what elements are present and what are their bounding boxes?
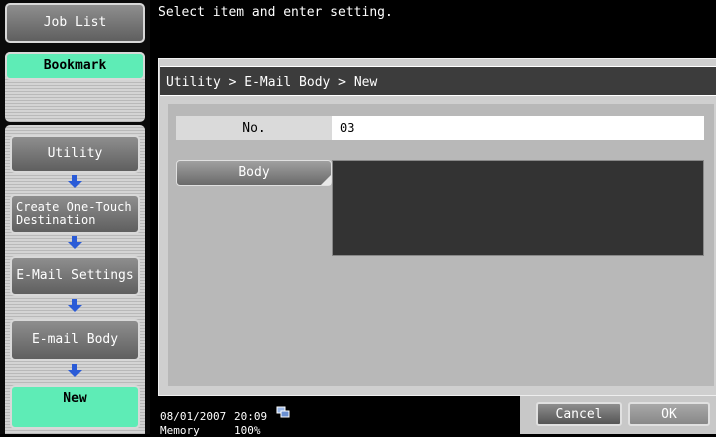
number-value: 03 bbox=[332, 116, 704, 140]
status-memory-value: 100% bbox=[234, 424, 261, 437]
nav-utility-button[interactable]: Utility bbox=[10, 135, 140, 173]
status-time: 20:09 bbox=[234, 410, 268, 423]
body-button[interactable]: Body bbox=[176, 160, 332, 186]
arrow-down-icon bbox=[67, 175, 83, 189]
breadcrumb-text: Utility > E-Mail Body > New bbox=[166, 75, 378, 90]
corner-icon bbox=[321, 175, 331, 185]
cancel-label: Cancel bbox=[555, 406, 603, 422]
bookmark-button[interactable]: Bookmark bbox=[5, 52, 145, 80]
status-date: 08/01/2007 bbox=[160, 410, 227, 423]
body-text-field[interactable] bbox=[332, 160, 704, 256]
arrow-down-icon bbox=[67, 236, 83, 250]
arrow-down-icon bbox=[67, 299, 83, 313]
nav-utility-label: Utility bbox=[47, 146, 103, 162]
nav-email-settings-label: E-Mail Settings bbox=[16, 268, 134, 284]
nav-create-one-touch-label: Create One-Touch Destination bbox=[16, 200, 132, 227]
cancel-button[interactable]: Cancel bbox=[536, 402, 622, 426]
nav-email-body-button[interactable]: E-mail Body bbox=[10, 319, 140, 361]
nav-email-settings-button[interactable]: E-Mail Settings bbox=[10, 256, 140, 296]
nav-new-label: New bbox=[63, 391, 87, 406]
ok-label: OK bbox=[661, 406, 677, 422]
nav-email-body-label: E-mail Body bbox=[31, 332, 119, 348]
bookmark-label: Bookmark bbox=[43, 58, 107, 73]
number-label: No. bbox=[176, 116, 332, 140]
nav-new-button[interactable]: New bbox=[10, 385, 140, 429]
job-list-label: Job List bbox=[43, 15, 107, 31]
breadcrumb: Utility > E-Mail Body > New bbox=[160, 66, 716, 96]
ok-button[interactable]: OK bbox=[628, 402, 710, 426]
instruction-message: Select item and enter setting. bbox=[158, 5, 393, 20]
status-memory-label: Memory bbox=[160, 424, 200, 437]
network-icon bbox=[276, 406, 290, 418]
nav-create-one-touch-button[interactable]: Create One-Touch Destination bbox=[10, 194, 140, 234]
body-button-label: Body bbox=[238, 165, 270, 180]
arrow-down-icon bbox=[67, 364, 83, 378]
job-list-button[interactable]: Job List bbox=[5, 3, 145, 43]
